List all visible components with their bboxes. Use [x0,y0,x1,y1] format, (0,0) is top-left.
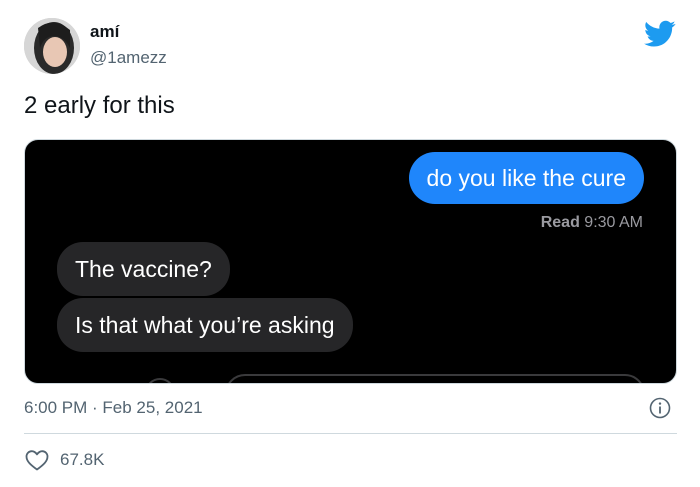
display-name[interactable]: amí [90,22,119,42]
avatar[interactable] [24,18,80,74]
read-time: 9:30 AM [584,214,643,231]
tweet-media-image[interactable]: do you like the cure Read 9:30 AM The va… [24,139,677,384]
twitter-bird-icon[interactable] [644,20,676,48]
incoming-message-bubble: Is that what you’re asking [57,298,353,352]
incoming-message-bubble: The vaccine? [57,242,230,296]
divider [24,433,677,434]
camera-button-outline [145,378,175,383]
user-handle[interactable]: @1amezz [90,48,167,68]
info-icon[interactable] [649,397,671,419]
read-receipt: Read 9:30 AM [541,214,643,232]
message-compose-field [225,374,645,383]
like-count: 67.8K [60,450,105,469]
like-button[interactable]: 67.8K [24,448,104,472]
heart-icon[interactable] [24,448,50,472]
tweet-timestamp[interactable]: 6:00 PM · Feb 25, 2021 [24,398,203,418]
read-label: Read [540,214,580,231]
outgoing-message-bubble: do you like the cure [408,152,644,204]
tweet-text: 2 early for this [24,92,175,119]
